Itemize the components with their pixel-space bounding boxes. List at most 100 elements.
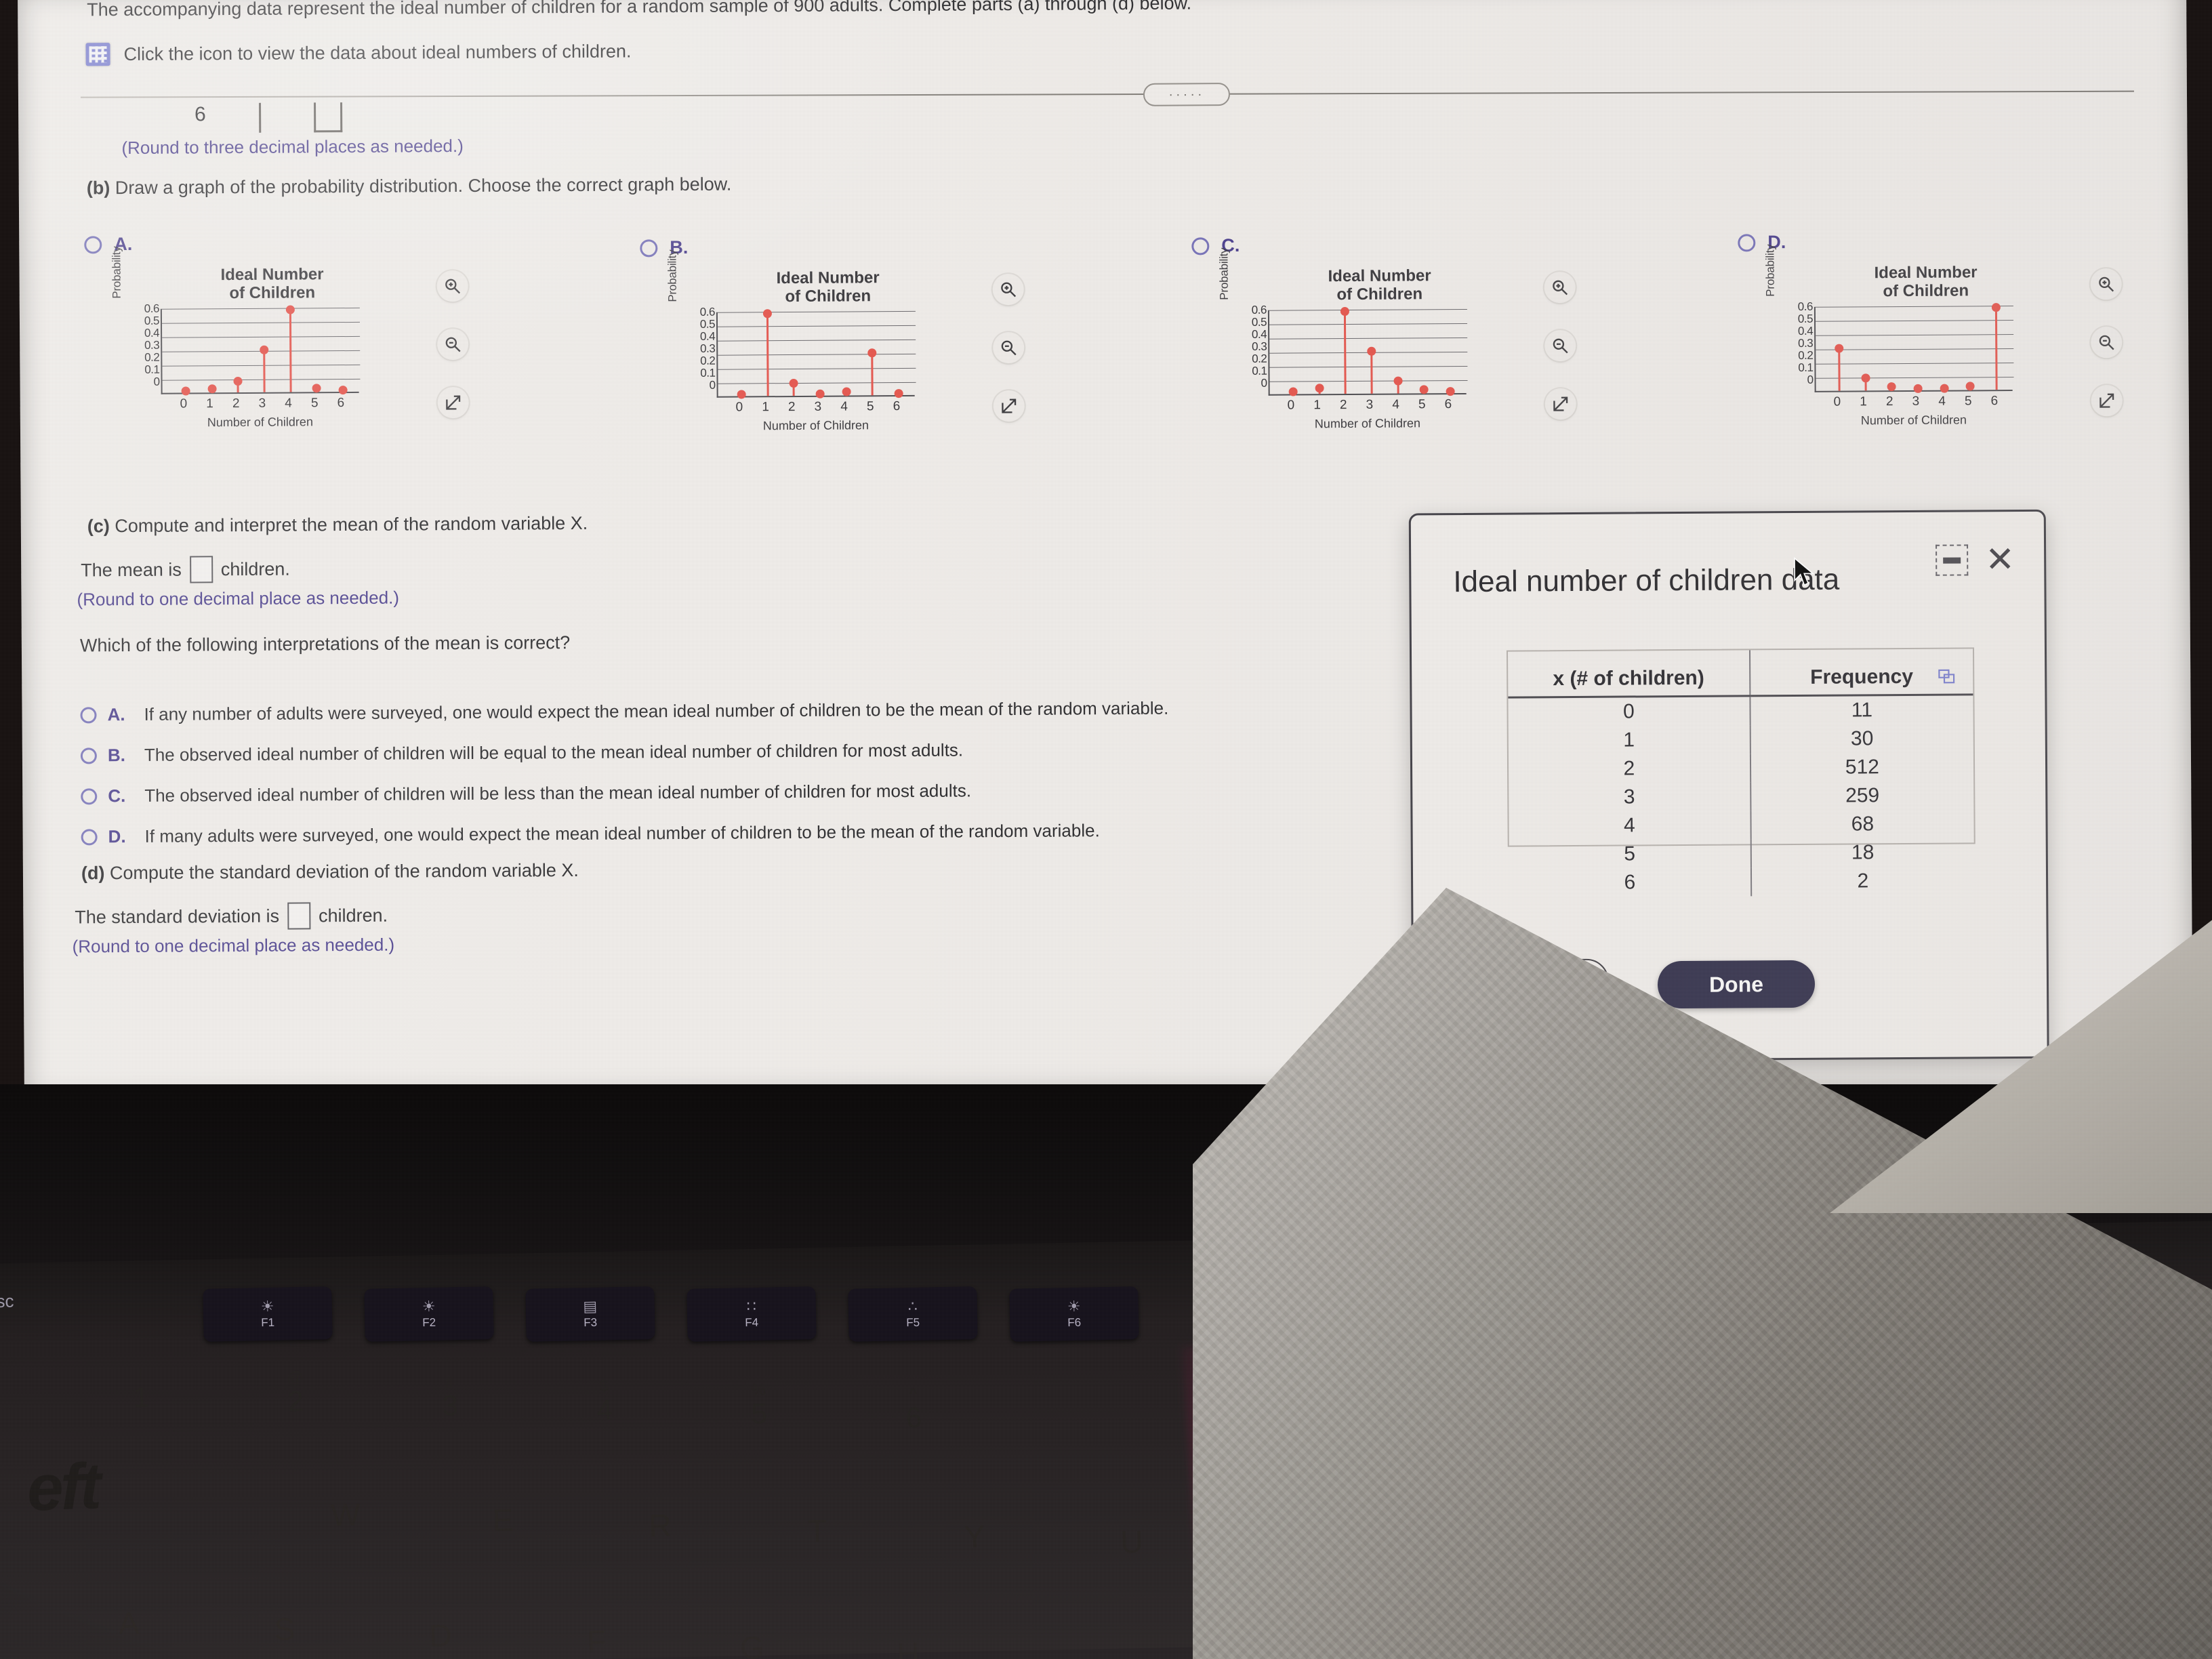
key-f2[interactable]: ☀ F2 (364, 1286, 494, 1342)
radio-mc-b[interactable] (80, 747, 97, 764)
expand-icon[interactable] (1544, 388, 1576, 420)
option-a-head[interactable]: A. (84, 231, 613, 255)
option-c-head[interactable]: C. (1191, 232, 1720, 257)
key-r[interactable]: R (598, 1479, 722, 1572)
radio-option-b[interactable] (640, 239, 658, 257)
mc-option-b[interactable]: B. The observed ideal number of children… (80, 739, 963, 766)
key-h[interactable]: H (846, 1607, 970, 1659)
option-b-head[interactable]: B. (640, 234, 1168, 259)
minimize-icon[interactable] (1936, 544, 1969, 576)
chart-d-tools[interactable] (2090, 268, 2123, 417)
chart-b-tools[interactable] (992, 273, 1025, 422)
ytick-label: 0.1 (144, 363, 160, 376)
zoom-out-icon[interactable] (2091, 327, 2123, 359)
expand-icon[interactable] (993, 390, 1025, 422)
key-f4[interactable]: ∷ F4 (687, 1286, 817, 1342)
graph-option-c[interactable]: C. Ideal Number of Children Probability … (1191, 232, 1721, 440)
xtick-label: 6 (1444, 396, 1452, 411)
mc-option-d[interactable]: D. If many adults were surveyed, one wou… (81, 820, 1100, 847)
table-row: 62 (1509, 866, 1974, 898)
key-s[interactable]: S (222, 1583, 347, 1659)
zoom-out-icon[interactable] (1544, 329, 1576, 362)
data-table-icon[interactable] (85, 43, 110, 66)
mean-input[interactable] (189, 556, 213, 583)
key-w[interactable]: W (283, 1469, 408, 1561)
graph-option-d[interactable]: D. Ideal Number of Children Probability … (1738, 229, 2193, 436)
table-row: 5 18 (1509, 838, 1974, 869)
expand-icon[interactable] (437, 386, 469, 419)
zoom-out-icon[interactable] (437, 328, 469, 361)
graph-option-b[interactable]: B. Ideal Number of Children Probability … (640, 234, 1170, 442)
zoom-in-icon[interactable] (992, 273, 1024, 306)
sd-input[interactable] (287, 902, 311, 930)
cell-frequency: 259 (1845, 784, 1880, 807)
key-2[interactable]: @2 (228, 1340, 363, 1446)
xtick-label: 1 (1860, 394, 1867, 409)
chart-a-tools[interactable] (436, 270, 469, 419)
zoom-out-icon[interactable] (993, 331, 1025, 364)
key-4[interactable]: $4 (537, 1349, 672, 1454)
mc-option-c[interactable]: C. The observed ideal number of children… (81, 780, 971, 806)
data-spike (1393, 376, 1403, 394)
chart-c-tools[interactable] (1544, 271, 1576, 420)
divider-handle[interactable]: ····· (1143, 83, 1231, 106)
expand-icon[interactable] (2091, 385, 2123, 417)
xtick-label: 0 (1287, 398, 1294, 413)
grid-line (1269, 380, 1468, 382)
key-d[interactable]: D (378, 1589, 503, 1659)
key-symbol: $ (599, 1376, 609, 1396)
table-header-row: x (# of children) Frequency (1508, 649, 1973, 698)
key-u[interactable]: U (1069, 1496, 1194, 1588)
data-icon-row[interactable]: Click the icon to view the data about id… (85, 39, 632, 66)
zoom-in-icon[interactable] (2090, 268, 2122, 300)
radio-mc-c[interactable] (81, 788, 98, 805)
data-point (789, 378, 798, 388)
key-3[interactable]: #3 (382, 1345, 518, 1450)
chart-b-yticks: 0.6 0.5 0.4 0.3 0.2 0.1 0 (685, 305, 716, 391)
grid-line (1269, 323, 1468, 325)
data-spike (260, 345, 269, 392)
key-f6[interactable]: ☀ F6 (1009, 1286, 1139, 1342)
done-button[interactable]: Done (1657, 960, 1816, 1009)
zoom-in-icon[interactable] (1544, 271, 1576, 304)
key-5[interactable]: % 5 (691, 1353, 827, 1458)
ytick-label: 0.3 (144, 338, 160, 352)
key-f5[interactable]: ∴ F5 (848, 1286, 978, 1342)
clipped-answer-box[interactable] (313, 102, 342, 133)
key-y[interactable]: Y (912, 1490, 1037, 1582)
grid-line (1816, 333, 2014, 337)
key-f1[interactable]: ☀ F1 (203, 1286, 333, 1342)
clipped-table-row: 6 (194, 102, 342, 133)
option-d-head[interactable]: D. (1738, 229, 2193, 253)
key-shift[interactable]: eft (26, 1449, 100, 1526)
key-a[interactable]: A (66, 1577, 191, 1659)
data-point (181, 386, 190, 396)
radio-mc-a[interactable] (80, 707, 97, 724)
copy-icon[interactable] (1938, 668, 1955, 684)
key-g[interactable]: G (690, 1601, 815, 1659)
cell-x: 5 (1509, 839, 1751, 869)
mean-suffix: children. (220, 558, 290, 579)
mc-option-a[interactable]: A. If any number of adults were surveyed… (80, 698, 1168, 726)
close-icon[interactable]: ✕ (1982, 540, 2018, 579)
radio-mc-d[interactable] (81, 829, 98, 846)
key-f[interactable]: F (534, 1595, 659, 1659)
graph-option-a[interactable]: A. Ideal Number of Children Probability … (84, 231, 614, 438)
radio-option-d[interactable] (1738, 233, 1756, 252)
fkey-glyph-icon: ∷ (746, 1297, 757, 1315)
radio-option-a[interactable] (84, 235, 102, 253)
key-6[interactable]: ^ 6 (846, 1357, 981, 1462)
key-t[interactable]: T (755, 1485, 880, 1577)
zoom-in-icon[interactable] (436, 270, 468, 302)
fkey-glyph-icon: ☀ (422, 1297, 436, 1315)
radio-option-c[interactable] (1191, 237, 1210, 255)
ytick-label: 0.3 (700, 342, 716, 355)
data-spike (1835, 344, 1844, 391)
cell-frequency: 18 (1851, 841, 1875, 864)
key-symbol: ! (138, 1364, 144, 1384)
key-esc[interactable]: esc (0, 1291, 14, 1313)
key-f3[interactable]: ▤ F3 (525, 1286, 655, 1342)
key-1[interactable]: ! 1 (73, 1336, 209, 1441)
chart-b-title: Ideal Number of Children (716, 268, 940, 307)
key-e[interactable]: E (441, 1474, 565, 1566)
